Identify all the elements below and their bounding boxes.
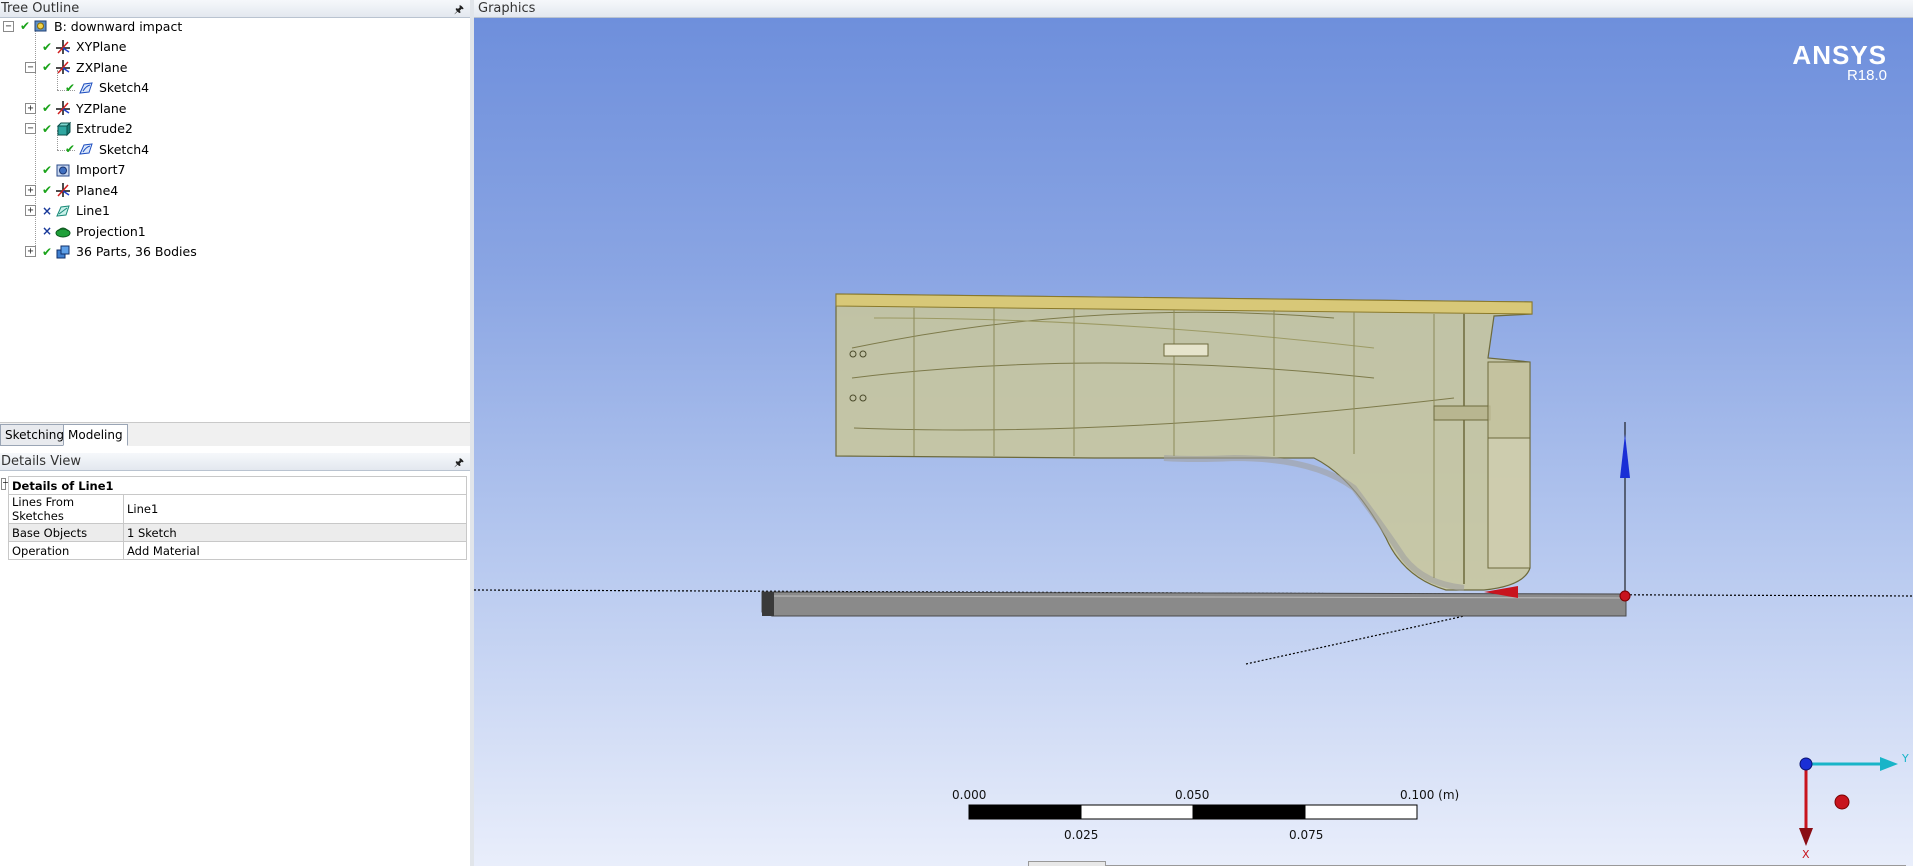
- details-table: Details of Line1 Lines From Sketches Lin…: [8, 476, 467, 560]
- checkmark-icon: ✔: [41, 183, 53, 197]
- line-body-icon: [55, 203, 71, 219]
- expand-icon[interactable]: +: [25, 184, 36, 196]
- tree-item[interactable]: × Projection1: [25, 221, 146, 241]
- details-view-header: Details View 🖈: [0, 453, 470, 471]
- impact-plate[interactable]: [761, 591, 1627, 617]
- scale-bar: [968, 804, 1418, 820]
- checkmark-icon: ✔: [41, 244, 53, 259]
- triad-y-label: Y: [1902, 752, 1909, 765]
- expand-icon[interactable]: +: [25, 246, 36, 257]
- details-row[interactable]: Operation Add Material: [8, 541, 467, 560]
- checkmark-icon: ✔: [41, 101, 53, 115]
- tree-item-label: ZXPlane: [76, 59, 128, 75]
- tree-item[interactable]: − ✔ ZXPlane: [25, 57, 127, 77]
- suppressed-icon: ×: [41, 203, 53, 218]
- scale-label: 0.025: [1064, 828, 1099, 842]
- details-key: Lines From Sketches: [8, 494, 124, 524]
- left-pane: Tree Outline 🖈 − ✔ B: downward impact ✔ XYPl…: [0, 0, 470, 866]
- expand-icon[interactable]: +: [25, 102, 36, 114]
- tab-modeling[interactable]: Modeling: [63, 424, 128, 446]
- checkmark-icon: ✔: [19, 19, 31, 33]
- checkmark-icon: ✔: [41, 60, 53, 74]
- details-value[interactable]: Line1: [123, 494, 467, 524]
- tree-item-label: 36 Parts, 36 Bodies: [76, 244, 197, 259]
- checkmark-icon: ✔: [41, 121, 53, 136]
- tree-item-label: Line1: [76, 203, 111, 218]
- tree-item-label: Sketch4: [99, 80, 150, 95]
- geometry-root-icon: [33, 18, 49, 34]
- checkmark-icon: ✔: [41, 39, 53, 54]
- axis-triad[interactable]: [1799, 757, 1898, 846]
- tree-item-label: Sketch4: [99, 141, 150, 157]
- scale-label: 0.050: [1175, 788, 1210, 802]
- direction-arrow-icon[interactable]: [1620, 434, 1630, 478]
- mode-tabs: Sketching Modeling: [0, 422, 470, 446]
- tree-item[interactable]: − ✔ Extrude2: [25, 119, 133, 139]
- details-row[interactable]: Lines From Sketches Line1: [8, 494, 467, 524]
- parts-icon: [55, 244, 71, 260]
- plane-icon: [55, 59, 71, 75]
- tree-item-label: Projection1: [76, 223, 146, 239]
- sketch-icon: [78, 80, 94, 96]
- tree-outline: − ✔ B: downward impact ✔ XYPlane − ✔ ZXPlane ✔ Sk…: [0, 18, 470, 418]
- expand-icon[interactable]: +: [25, 205, 36, 216]
- tree-item-label: Import7: [76, 162, 126, 177]
- plate-end: [762, 592, 774, 616]
- sketch-icon: [78, 141, 94, 157]
- tree-outline-title: Tree Outline: [1, 1, 80, 16]
- details-view: Details View 🖈 − Details of Line1 Lines …: [0, 453, 470, 866]
- scale-label: 0.075: [1289, 828, 1324, 842]
- model-scene[interactable]: [474, 18, 1913, 866]
- tree-item[interactable]: ✔ Sketch4: [48, 78, 149, 98]
- pin-icon[interactable]: 🖈: [454, 454, 464, 471]
- import-icon: [55, 162, 71, 178]
- collapse-icon[interactable]: −: [25, 123, 36, 134]
- details-key: Base Objects: [8, 523, 124, 542]
- details-key: Operation: [8, 541, 124, 560]
- extrude-icon: [55, 121, 71, 137]
- tree-item-label: YZPlane: [76, 100, 127, 116]
- details-value[interactable]: 1 Sketch: [123, 523, 467, 542]
- scale-label: 0.000: [952, 788, 987, 802]
- tab-sketching[interactable]: Sketching: [0, 424, 69, 446]
- checkmark-icon: ✔: [41, 162, 53, 177]
- imported-part[interactable]: [835, 293, 1533, 591]
- tree-item[interactable]: ✔ Sketch4: [48, 139, 149, 159]
- tree-item-label: Plane4: [76, 182, 119, 198]
- collapse-icon[interactable]: −: [25, 61, 36, 73]
- graphics-title: Graphics: [478, 1, 536, 16]
- details-view-title: Details View: [1, 454, 82, 469]
- details-row[interactable]: Base Objects 1 Sketch: [8, 523, 467, 542]
- collapse-icon[interactable]: −: [3, 20, 14, 32]
- suppressed-icon: ×: [41, 224, 53, 238]
- plane-icon: [55, 100, 71, 116]
- viewport-tab[interactable]: [1028, 861, 1106, 866]
- checkmark-icon: ✔: [64, 80, 76, 95]
- details-value[interactable]: Add Material: [123, 541, 467, 560]
- projection-icon: [55, 223, 71, 239]
- collapse-details-icon[interactable]: −: [1, 478, 9, 490]
- tree-item[interactable]: + × Line1: [25, 201, 110, 221]
- tree-item[interactable]: + ✔ Plane4: [25, 180, 118, 200]
- tree-item[interactable]: + ✔ YZPlane: [25, 98, 126, 118]
- tree-item-label: XYPlane: [76, 39, 127, 54]
- checkmark-icon: ✔: [64, 142, 76, 156]
- graphics-viewport[interactable]: ANSYS R18.0 0.000 0.050 0.100 (m) 0.025 …: [474, 18, 1913, 866]
- plane-icon: [55, 39, 71, 55]
- details-header: Details of Line1: [8, 476, 467, 495]
- plane-icon: [55, 182, 71, 198]
- pin-icon[interactable]: 🖈: [454, 1, 464, 18]
- tree-item[interactable]: ✔ XYPlane: [25, 37, 127, 57]
- tree-item-label: B: downward impact: [54, 18, 183, 34]
- tree-item[interactable]: − ✔ B: downward impact: [3, 16, 182, 36]
- origin-point[interactable]: [1619, 590, 1631, 602]
- tree-item[interactable]: + ✔ 36 Parts, 36 Bodies: [25, 242, 197, 262]
- scale-label: 0.100 (m): [1400, 788, 1460, 802]
- graphics-header: Graphics: [474, 0, 1913, 18]
- triad-x-label: X: [1802, 848, 1810, 861]
- tree-item[interactable]: ✔ Import7: [25, 160, 125, 180]
- tree-item-label: Extrude2: [76, 121, 133, 136]
